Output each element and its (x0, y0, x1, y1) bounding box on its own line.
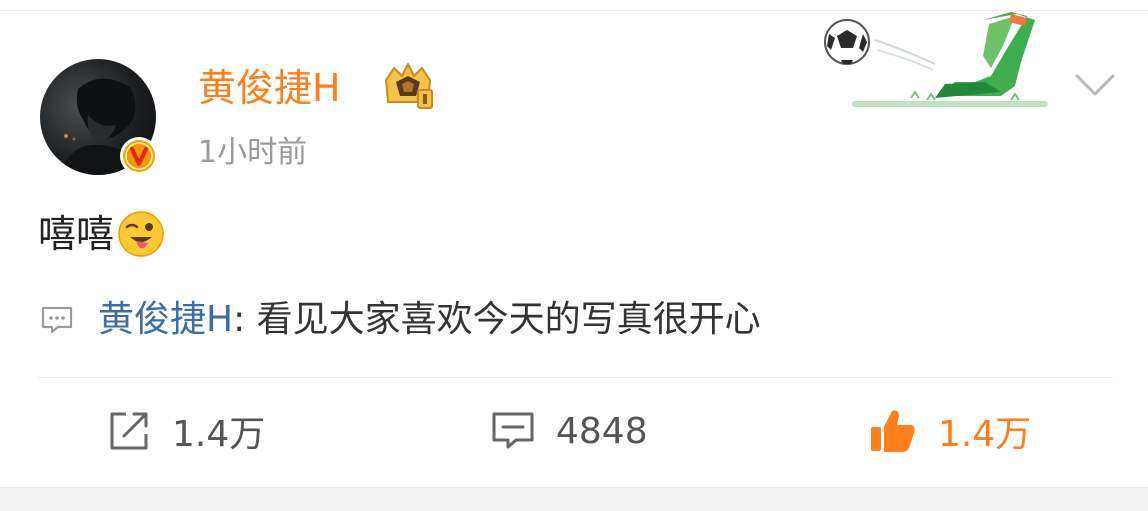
post-text: 嘻嘻 (38, 208, 166, 260)
bottom-strip (0, 487, 1148, 511)
comment-text: 看见大家喜欢今天的写真很开心 (256, 299, 761, 340)
verified-v-icon (119, 136, 159, 176)
member-crown-icon[interactable] (378, 62, 438, 112)
chevron-down-icon[interactable] (1073, 70, 1117, 100)
comment-author[interactable]: 黄俊捷H (98, 299, 233, 340)
repost-count: 1.4万 (172, 414, 266, 455)
comment-count: 4848 (556, 410, 648, 452)
football-decoration-icon (815, 12, 1055, 114)
post-text-content: 嘻嘻 (38, 212, 115, 256)
username[interactable]: 黄俊捷H (198, 62, 341, 114)
comment-separator: : (233, 299, 246, 340)
comment-bubble-icon (40, 305, 74, 335)
pinned-comment[interactable]: 黄俊捷H: 看见大家喜欢今天的写真很开心 (98, 294, 761, 346)
share-icon (110, 412, 148, 450)
like-button[interactable]: 1.4万 (868, 404, 1031, 458)
post-timestamp: 1小时前 (198, 135, 308, 170)
thumbs-up-icon (871, 410, 915, 452)
action-divider (38, 377, 1113, 378)
like-count: 1.4万 (938, 414, 1032, 455)
winking-tongue-emoji-icon (118, 211, 164, 257)
comment-button[interactable]: 4848 (490, 404, 648, 458)
comment-icon (492, 412, 534, 449)
repost-button[interactable]: 1.4万 (106, 404, 265, 458)
